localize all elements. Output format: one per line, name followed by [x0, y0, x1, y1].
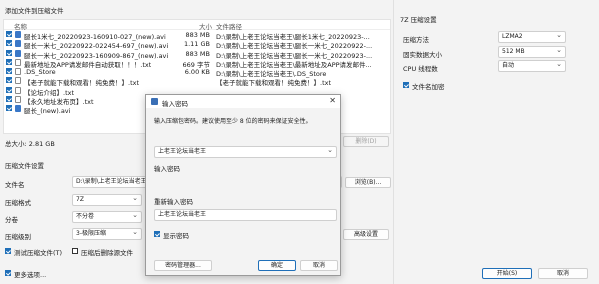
file-row[interactable]: 腿长一米七_20220922-022454-697_(new).avi 1.11 …	[4, 39, 390, 50]
video-file-icon	[15, 31, 21, 38]
show-password-checkbox[interactable]	[154, 231, 160, 237]
dialog-titlebar[interactable]: 输入密码 ✕	[146, 95, 340, 108]
method-label: 压缩方法	[403, 36, 429, 44]
start-button[interactable]: 开始(S)	[482, 268, 532, 279]
cancel-main-button[interactable]: 取消	[538, 268, 588, 279]
threads-label: CPU 线程数	[403, 65, 438, 73]
level-select[interactable]: 3-极限压缩	[72, 228, 142, 240]
encrypt-names-checkbox[interactable]	[403, 82, 409, 88]
split-select[interactable]: 不分卷	[72, 211, 142, 223]
right-panel: 7Z 压缩设置 压缩方法 LZMA2 固实数据大小 512 MB CPU 线程数…	[393, 0, 599, 284]
confirm-label: 重新输入密码	[154, 198, 193, 206]
file-checkbox[interactable]	[6, 96, 12, 103]
file-checkbox[interactable]	[6, 40, 12, 47]
encrypt-names-label[interactable]: 文件名加密	[412, 81, 445, 91]
text-file-icon	[15, 86, 21, 94]
ok-button[interactable]: 确定	[258, 260, 296, 271]
file-checkbox[interactable]	[6, 77, 12, 84]
video-file-icon	[15, 49, 21, 57]
text-file-icon	[15, 58, 21, 66]
method-select[interactable]: LZMA2	[498, 31, 566, 43]
delete-button[interactable]: 删除(D)	[343, 136, 389, 147]
file-size: 883 MB	[185, 31, 210, 39]
file-row[interactable]: 【老子就能下载和观看！纯免费！】.txt 【老子就能下载和观看！纯免费！】.txt	[4, 76, 390, 87]
file-checkbox[interactable]	[6, 49, 12, 56]
file-checkbox[interactable]	[6, 105, 12, 112]
app-icon	[151, 98, 158, 105]
dialog-cancel-button[interactable]: 取消	[300, 260, 338, 271]
settings-title: 压缩文件设置	[5, 162, 44, 170]
show-password-label[interactable]: 显示密码	[163, 230, 189, 240]
file-row[interactable]: 腿长一米七_20220923-160909-867_(new).avi 883 M…	[4, 49, 390, 60]
add-files-title: 添加文件到压缩文件	[5, 7, 64, 15]
password-dialog: 输入密码 ✕ 输入压缩包密码。建议使用至少 8 位的密码来保证安全性。 输入密码…	[145, 94, 341, 276]
level-label: 压缩级别	[5, 233, 31, 241]
text-file-icon	[15, 77, 21, 85]
browse-button[interactable]: 浏览(B)...	[345, 177, 391, 188]
right-panel-title: 7Z 压缩设置	[400, 16, 437, 24]
filename-label: 文件名	[5, 181, 25, 189]
password-input[interactable]: 上老王论坛当老王	[154, 146, 337, 158]
test-archive-label[interactable]: 测试压缩文件(T)	[14, 247, 62, 257]
file-size: 6.00 KB	[184, 68, 210, 77]
dialog-title: 输入密码	[162, 100, 188, 108]
file-row[interactable]: 腿长1米七_20220923-160910-027_(new).avi 883 M…	[4, 30, 390, 41]
file-size: 1.11 GB	[183, 40, 210, 49]
file-checkbox[interactable]	[6, 58, 12, 65]
test-archive-checkbox[interactable]	[5, 248, 11, 254]
format-label: 压缩格式	[5, 199, 31, 207]
file-size: 883 MB	[185, 49, 210, 58]
password-label: 输入密码	[154, 165, 180, 173]
dict-select[interactable]: 512 MB	[498, 46, 566, 58]
split-label: 分卷	[5, 216, 18, 224]
more-options-label[interactable]: 更多选项...	[14, 269, 46, 279]
format-select[interactable]: 7Z	[72, 194, 142, 206]
password-manager-button[interactable]: 密码管理器...	[154, 260, 212, 271]
total-size: 总大小: 2.81 GB	[5, 140, 55, 148]
delete-source-label[interactable]: 压缩后删除源文件	[81, 247, 133, 257]
text-file-icon	[15, 96, 21, 104]
more-options-checkbox[interactable]	[5, 270, 11, 276]
file-name: .DS_Store	[24, 68, 56, 77]
file-checkbox[interactable]	[6, 86, 12, 93]
text-file-icon	[15, 68, 21, 76]
video-file-icon	[15, 105, 21, 113]
delete-source-checkbox[interactable]	[72, 248, 78, 254]
file-row[interactable]: 最新地址及APP请发邮件自动获取！！！.txt 669 字节 D:\录制\上老王论坛…	[4, 58, 390, 69]
file-name: 腿长_(new).avi	[24, 107, 71, 116]
advanced-button[interactable]: 高级设置	[343, 229, 389, 240]
confirm-password-input[interactable]: 上老王论坛当老王	[154, 209, 337, 221]
threads-select[interactable]: 自动	[498, 60, 566, 72]
file-list-header: 名称 大小 文件路径	[4, 20, 390, 31]
file-checkbox[interactable]	[6, 68, 12, 75]
close-icon[interactable]: ✕	[329, 96, 336, 105]
file-row[interactable]: .DS_Store 6.00 KB D:\录制\上老王论坛当老王\.DS_Store	[4, 67, 390, 78]
dialog-message: 输入压缩包密码。建议使用至少 8 位的密码来保证安全性。	[154, 118, 312, 125]
dict-label: 固实数据大小	[403, 51, 442, 59]
file-checkbox[interactable]	[6, 31, 12, 37]
video-file-icon	[15, 40, 21, 48]
